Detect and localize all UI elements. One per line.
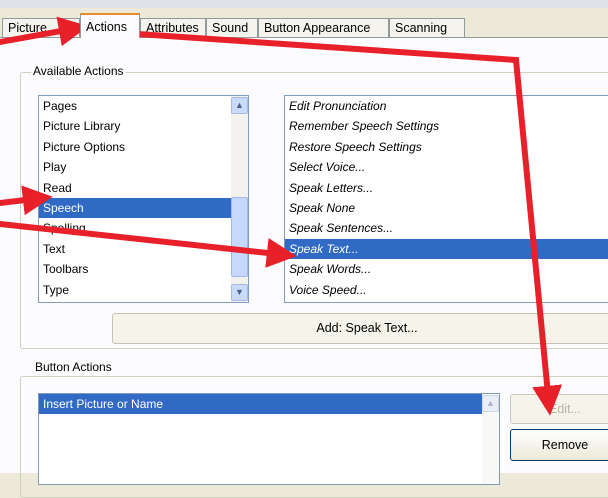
action-list-item[interactable]: Remember Speech Settings: [285, 116, 608, 136]
action-list[interactable]: Edit Pronunciation Remember Speech Settin…: [284, 95, 608, 303]
button-action-item[interactable]: Insert Picture or Name: [39, 394, 499, 415]
tab-picture[interactable]: Picture: [2, 18, 80, 37]
category-list-item[interactable]: Read: [39, 178, 248, 198]
button-actions-list[interactable]: Insert Picture or Name ▲: [38, 393, 500, 485]
remove-button[interactable]: Remove: [510, 429, 608, 461]
category-scrollbar[interactable]: ▲ ▼: [231, 96, 248, 302]
action-list-item[interactable]: Edit Pronunciation: [285, 96, 608, 116]
action-list-item[interactable]: Restore Speech Settings: [285, 137, 608, 157]
action-list-item[interactable]: Voice Speed...: [285, 280, 608, 300]
tab-bar: Picture Actions Attributes Sound Button …: [0, 8, 608, 38]
button-actions-scrollbar[interactable]: ▲: [482, 394, 499, 484]
category-list-item[interactable]: Pages: [39, 96, 248, 116]
tab-scanning[interactable]: Scanning: [389, 18, 465, 37]
scroll-up-arrow-icon[interactable]: ▲: [231, 97, 248, 114]
action-list-item[interactable]: Speak None: [285, 198, 608, 218]
action-list-item[interactable]: Select Voice...: [285, 157, 608, 177]
button-actions-label: Button Actions: [33, 360, 114, 374]
action-list-item[interactable]: Speak Text...: [285, 238, 608, 260]
category-list-item[interactable]: Type: [39, 280, 248, 300]
action-list-item[interactable]: Speak Words...: [285, 259, 608, 279]
tab-button-appearance[interactable]: Button Appearance: [258, 18, 389, 37]
category-list-item[interactable]: Picture Options: [39, 137, 248, 157]
tab-actions[interactable]: Actions: [80, 13, 140, 38]
category-list-item[interactable]: Text: [39, 239, 248, 259]
category-list-item[interactable]: Spelling: [39, 218, 248, 238]
available-actions-label: Available Actions: [31, 64, 126, 78]
tab-attributes[interactable]: Attributes: [140, 18, 206, 37]
category-list-item[interactable]: Play: [39, 157, 248, 177]
category-list[interactable]: Pages Picture Library Picture Options Play R…: [38, 95, 249, 303]
tab-sound[interactable]: Sound: [206, 18, 258, 37]
scroll-down-arrow-icon[interactable]: ▼: [231, 284, 248, 301]
scroll-up-arrow-icon[interactable]: ▲: [482, 395, 499, 412]
window-top-strip: [0, 0, 608, 8]
action-list-item[interactable]: Speak Letters...: [285, 178, 608, 198]
actions-tab-panel: Available Actions Pages Picture Library Pi…: [0, 38, 608, 498]
add-action-button[interactable]: Add: Speak Text...: [112, 313, 608, 344]
category-list-item[interactable]: Speech: [39, 197, 248, 219]
category-list-item[interactable]: Picture Library: [39, 116, 248, 136]
category-list-item[interactable]: Toolbars: [39, 259, 248, 279]
action-list-item[interactable]: Speak Sentences...: [285, 218, 608, 238]
scrollbar-thumb[interactable]: [231, 197, 248, 277]
edit-button[interactable]: Edit...: [510, 394, 608, 424]
